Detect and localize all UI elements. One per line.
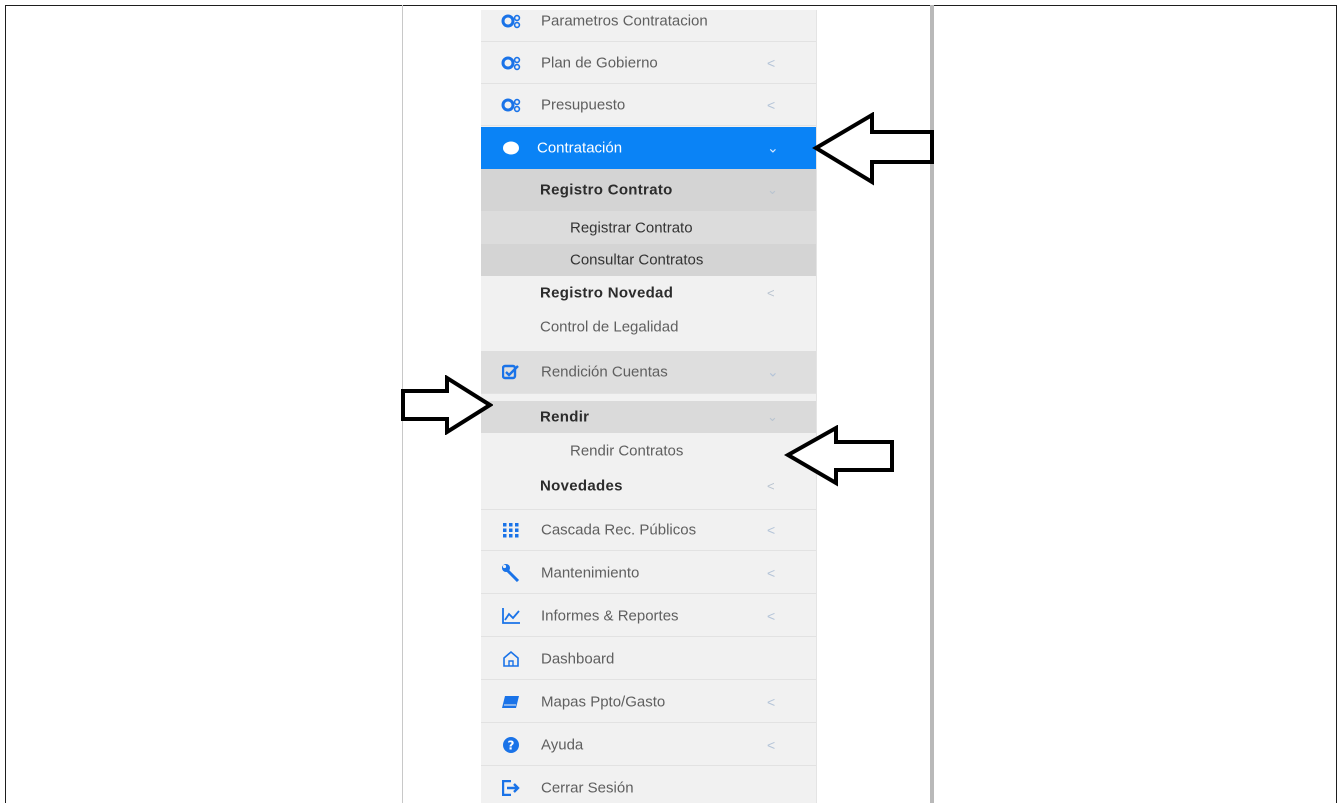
cogs-icon	[501, 53, 521, 73]
question-circle-icon: ?	[501, 735, 521, 755]
line-chart-icon	[501, 606, 521, 626]
chevron-left-icon: <	[767, 607, 776, 624]
wrench-icon	[501, 563, 521, 583]
submenu-rendir-contratos[interactable]: Rendir Contratos	[481, 435, 816, 467]
sidebar-item-label: Ayuda	[541, 736, 584, 753]
submenu-label: Consultar Contratos	[570, 251, 704, 269]
sidebar-item-label: Parametros Contratacion	[541, 12, 708, 29]
chevron-left-icon: <	[767, 564, 776, 581]
sidebar-item-label: Presupuesto	[541, 96, 626, 113]
chevron-left-icon: <	[767, 96, 776, 113]
sidebar-item-parametros-contratacion[interactable]: Parametros Contratacion	[481, 10, 816, 42]
check-edit-icon	[501, 362, 521, 382]
submenu-rendir[interactable]: Rendir ⌄	[481, 401, 816, 433]
sidebar-item-label: Dashboard	[541, 650, 615, 667]
submenu-label: Registro Novedad	[540, 284, 674, 302]
home-icon	[501, 649, 521, 669]
sidebar-item-label: Cascada Rec. Públicos	[541, 521, 697, 539]
sidebar-item-ayuda[interactable]: ? Ayuda <	[481, 724, 816, 766]
submenu-label: Control de Legalidad	[540, 318, 679, 336]
sidebar-item-label: Mapas Ppto/Gasto	[541, 693, 666, 710]
annotation-arrow-left-icon	[812, 112, 934, 186]
chevron-down-icon: ⌄	[767, 139, 779, 156]
chevron-left-icon: <	[767, 54, 776, 71]
cogs-icon	[501, 95, 521, 115]
chevron-left-icon: <	[767, 522, 776, 538]
chevron-left-icon: <	[767, 478, 775, 494]
submenu-registrar-contrato[interactable]: Registrar Contrato	[481, 211, 816, 244]
sidebar-item-label: Mantenimiento	[541, 564, 640, 581]
submenu-label: Novedades	[540, 477, 623, 495]
sidebar-item-label: Informes & Reportes	[541, 607, 679, 624]
cogs-icon	[501, 11, 521, 31]
chevron-left-icon: <	[767, 736, 776, 753]
circle-icon	[501, 138, 521, 158]
sidebar-item-plan-de-gobierno[interactable]: Plan de Gobierno <	[481, 42, 816, 84]
chevron-left-icon: <	[767, 693, 776, 710]
submenu-consultar-contratos[interactable]: Consultar Contratos	[481, 244, 816, 276]
sidebar-item-label: Cerrar Sesión	[541, 779, 634, 796]
submenu-label: Rendir Contratos	[570, 442, 684, 460]
sidebar-item-label: Plan de Gobierno	[541, 54, 658, 71]
submenu-registro-contrato[interactable]: Registro Contrato ⌄	[481, 169, 816, 211]
sidebar-item-rendicion-cuentas[interactable]: Rendición Cuentas ⌄	[481, 351, 816, 394]
submenu-label: Registro Contrato	[540, 181, 673, 199]
chevron-down-icon: ⌄	[767, 409, 778, 424]
sidebar-item-cascada-rec-publicos[interactable]: Cascada Rec. Públicos <	[481, 509, 816, 551]
book-icon	[501, 692, 521, 712]
grid-dots-icon	[501, 520, 521, 540]
sidebar-item-presupuesto[interactable]: Presupuesto <	[481, 84, 816, 126]
sidebar-item-informes-reportes[interactable]: Informes & Reportes <	[481, 595, 816, 637]
sidebar-item-cerrar-sesion[interactable]: Cerrar Sesión	[481, 767, 816, 803]
chevron-left-icon: <	[767, 285, 775, 301]
chevron-down-icon: ⌄	[767, 182, 778, 197]
submenu-label: Registrar Contrato	[570, 219, 693, 236]
svg-text:?: ?	[508, 738, 515, 752]
sidebar-item-label: Contratación	[537, 139, 623, 157]
sidebar-item-label: Rendición Cuentas	[541, 363, 668, 381]
submenu-label: Rendir	[540, 408, 590, 426]
sidebar-item-contratacion[interactable]: Contratación ⌄	[481, 127, 816, 169]
sidebar-menu: Parametros Contratacion Plan de Gobierno…	[481, 10, 817, 803]
sidebar-item-mantenimiento[interactable]: Mantenimiento <	[481, 552, 816, 594]
sidebar-item-mapas-ppto-gasto[interactable]: Mapas Ppto/Gasto <	[481, 681, 816, 723]
submenu-novedades[interactable]: Novedades <	[481, 467, 816, 505]
submenu-registro-novedad[interactable]: Registro Novedad <	[481, 276, 816, 310]
sign-out-icon	[501, 778, 521, 798]
annotation-arrow-right-icon	[401, 375, 493, 435]
chevron-down-icon: ⌄	[767, 363, 779, 380]
sidebar-item-dashboard[interactable]: Dashboard	[481, 638, 816, 680]
submenu-control-de-legalidad[interactable]: Control de Legalidad	[481, 310, 816, 344]
annotation-arrow-left-icon	[784, 425, 894, 487]
